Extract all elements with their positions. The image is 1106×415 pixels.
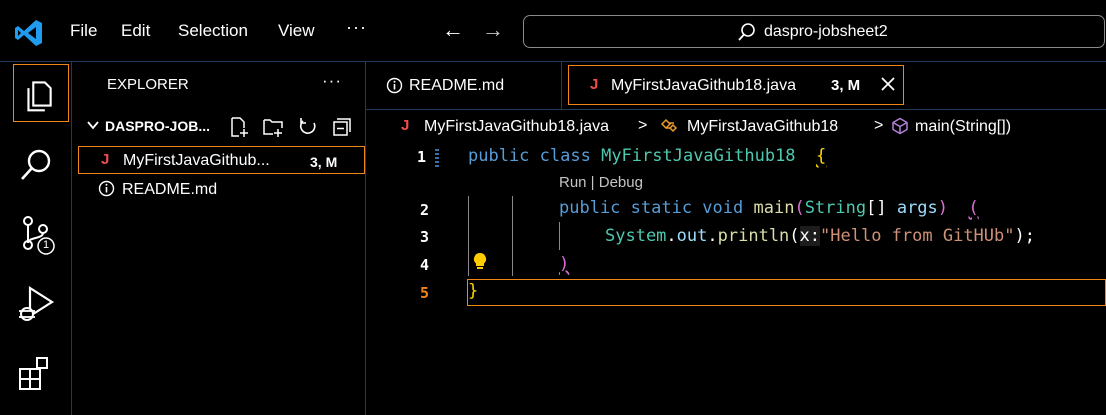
code-token: } [468,281,479,301]
command-center-search[interactable]: daspro-jobsheet2 [523,15,1105,48]
menu-more-button[interactable]: ··· [346,17,367,38]
editor-area: README.md J MyFirstJavaGithub18.java 3, … [366,62,1106,415]
current-line-highlight [467,279,1106,306]
tab-label: MyFirstJavaGithub18.java [611,77,796,94]
go-forward-button[interactable]: → [482,17,504,43]
code-line-5[interactable]: } [468,281,478,301]
breadcrumb: J MyFirstJavaGithub18.java > MyFirstJava… [366,114,1106,140]
code-line-3[interactable]: System.out.println(x:"Hello from GitHUb"… [605,226,1035,246]
code-token: . [707,226,718,246]
line-number: 4 [419,256,429,274]
line-number: 3 [419,228,429,246]
file-item-java[interactable]: J MyFirstJavaGithub... 3, M [78,146,365,174]
run-debug-icon [19,285,55,321]
indent-guide [512,196,513,276]
line-number: 2 [419,201,429,219]
code-line-4[interactable]: ) [559,254,569,274]
class-symbol-icon [660,118,678,133]
go-back-button[interactable]: ← [442,17,464,43]
line-number: 5 [419,284,429,302]
file-item-readme[interactable]: README.md [78,176,365,204]
vscode-logo-icon [15,20,42,46]
code-token: . [666,226,677,246]
files-icon [27,81,52,112]
indent-guide [559,222,560,250]
run-debug-activity-button[interactable] [14,282,58,326]
method-symbol-icon [892,117,908,135]
code-token: ( [968,198,979,218]
code-token: { [816,146,827,166]
code-token: ( [794,198,805,218]
code-token: ) [937,198,949,218]
tab-problems-badge: 3, M [831,77,861,94]
explorer-sidebar: EXPLORER ··· DASPRO-JOB... J MyFirstJava… [72,62,366,415]
code-token: println [717,226,790,246]
code-token: main [753,198,795,218]
breadcrumb-separator: > [638,117,648,134]
inlay-hint: x: [799,226,821,246]
code-token: public class [468,146,591,166]
file-item-label: README.md [122,181,218,198]
line-number: 1 [416,148,426,166]
search-icon [21,149,51,180]
chevron-down-icon [87,121,99,130]
code-line-2[interactable]: public static void main(String[] args) ( [559,198,979,218]
tab-java-file[interactable]: J MyFirstJavaGithub18.java 3, M [568,65,904,105]
extensions-activity-button[interactable] [14,352,58,396]
new-file-icon[interactable] [228,116,250,138]
breadcrumb-class[interactable]: MyFirstJavaGithub18 [687,118,838,136]
explorer-activity-button[interactable] [13,64,69,122]
code-token: ) [559,254,570,274]
indent-guide [468,196,469,276]
source-control-activity-button[interactable]: 1 [14,212,58,256]
code-token: public static void [559,198,744,218]
refresh-icon[interactable] [297,116,319,138]
code-line-1[interactable]: public class MyFirstJavaGithub18 { [468,146,826,166]
code-token: String [804,198,867,218]
code-token: out [676,226,708,246]
code-token: ( [789,226,800,246]
menu-view[interactable]: View [278,21,315,41]
code-token: "Hello from GitHUb" [820,226,1015,246]
search-icon [738,23,755,41]
modified-gutter-marker [435,149,439,167]
breadcrumb-separator: > [874,117,884,134]
code-token: args [896,198,938,218]
workspace-folder-name: DASPRO-JOB... [105,118,211,134]
collapse-all-icon[interactable] [331,116,353,138]
code-token: ); [1014,226,1035,246]
codelens-run-debug[interactable]: Run | Debug [559,174,643,191]
menu-edit[interactable]: Edit [121,21,150,41]
tab-label: README.md [409,77,505,94]
breadcrumb-method[interactable]: main(String[]) [915,118,1011,136]
tab-readme[interactable]: README.md [366,62,562,110]
code-token: System [605,226,667,246]
source-control-icon [23,216,55,255]
workspace-folder-row[interactable]: DASPRO-JOB... [72,112,366,140]
java-file-icon: J [590,76,599,93]
breadcrumb-file[interactable]: MyFirstJavaGithub18.java [424,118,609,136]
menu-file[interactable]: File [70,21,97,41]
explorer-title: EXPLORER [107,76,189,93]
file-item-label: MyFirstJavaGithub... [123,152,270,169]
code-token: [] [866,198,897,218]
editor-tabs: README.md J MyFirstJavaGithub18.java 3, … [366,62,1106,110]
menu-selection[interactable]: Selection [178,21,248,41]
title-bar: File Edit Selection View ··· ← → daspro-… [0,0,1106,62]
code-token: MyFirstJavaGithub18 [601,146,796,166]
close-icon[interactable] [879,75,897,93]
info-icon [386,77,403,94]
info-icon [98,180,115,197]
explorer-more-button[interactable]: ··· [322,71,342,91]
source-control-badge: 1 [43,239,50,251]
command-center-label: daspro-jobsheet2 [764,23,888,40]
java-file-icon: J [101,151,110,168]
lightbulb-icon[interactable] [472,252,488,272]
extensions-icon [19,357,48,390]
new-folder-icon[interactable] [262,116,284,138]
file-problems-badge: 3, M [310,154,338,170]
java-file-icon: J [401,117,410,134]
search-activity-button[interactable] [14,144,58,188]
activity-bar: 1 [0,62,72,415]
